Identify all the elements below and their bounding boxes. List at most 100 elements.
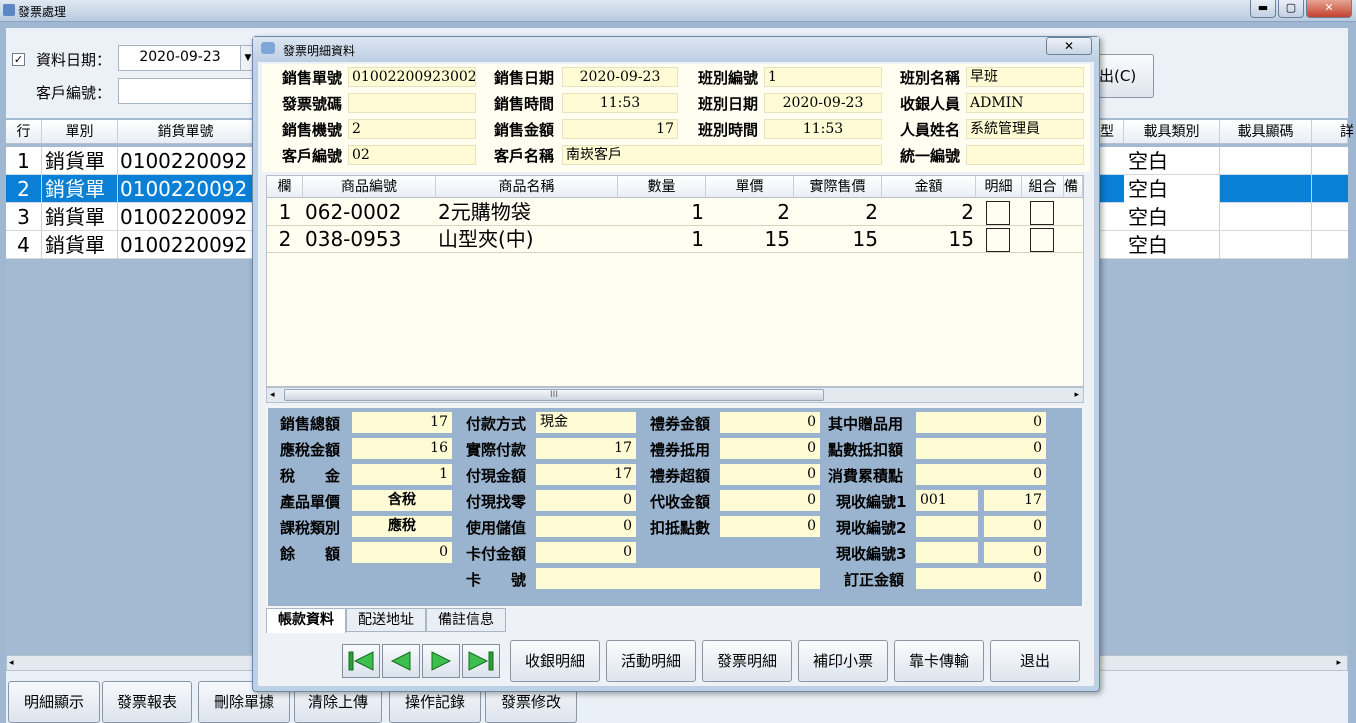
card-pay-field[interactable]: 0 bbox=[536, 542, 636, 563]
row-number: 1 bbox=[6, 147, 42, 175]
item-name: 山型夾(中) bbox=[438, 227, 534, 251]
shift-date-field[interactable]: 2020-09-23 bbox=[764, 93, 882, 113]
invoice-detail-button[interactable]: 發票明細 bbox=[702, 640, 792, 682]
show-detail-button[interactable]: 明細顯示 bbox=[8, 681, 100, 723]
cash-no1-field[interactable]: 001 bbox=[916, 490, 978, 511]
voucher-over-field[interactable]: 0 bbox=[720, 464, 820, 485]
points-deduct-field[interactable]: 0 bbox=[720, 516, 820, 537]
grid-header-type: 單別 bbox=[42, 120, 118, 144]
minimize-button[interactable]: ▬ bbox=[1250, 0, 1276, 18]
unified-no-field[interactable] bbox=[966, 145, 1084, 165]
invoice-report-button[interactable]: 發票報表 bbox=[102, 681, 192, 723]
grid-header-carrier-type-fragment: 型 bbox=[1100, 120, 1124, 144]
voucher-used-field[interactable]: 0 bbox=[720, 438, 820, 459]
detail-header-amount: 金額 bbox=[882, 176, 976, 198]
total-field[interactable]: 17 bbox=[352, 412, 452, 433]
customer-name-label: 客戶名稱 bbox=[494, 147, 555, 165]
detail-header-note: 備註 bbox=[1064, 176, 1083, 198]
activity-detail-button[interactable]: 活動明細 bbox=[606, 640, 696, 682]
dialog-exit-button[interactable]: 退出 bbox=[990, 640, 1080, 682]
detail-header-actual: 實際售價 bbox=[794, 176, 882, 198]
tab-notes[interactable]: 備註信息 bbox=[426, 608, 506, 632]
gift-field[interactable]: 0 bbox=[916, 412, 1046, 433]
detail-scroll-thumb[interactable]: III bbox=[284, 389, 824, 401]
date-filter-checkbox[interactable]: ✓ bbox=[12, 53, 25, 66]
tab-delivery-address[interactable]: 配送地址 bbox=[346, 608, 426, 632]
item-row[interactable]: 1 062-0002 2元購物袋 1 2 2 2 bbox=[267, 199, 1083, 226]
main-close-button[interactable]: ✕ bbox=[1306, 0, 1352, 18]
machine-field[interactable]: 2 bbox=[348, 119, 476, 139]
item-actual-price: 2 bbox=[865, 200, 878, 224]
sale-no-field[interactable]: 01002200923002 bbox=[348, 67, 476, 87]
detail-header-detail: 明細 bbox=[976, 176, 1022, 198]
customer-input[interactable] bbox=[118, 78, 258, 104]
cash-no2-field[interactable] bbox=[916, 516, 978, 537]
accum-points-field[interactable]: 0 bbox=[916, 464, 1046, 485]
card-transfer-button[interactable]: 靠卡傳輸 bbox=[894, 640, 984, 682]
stored-value-field[interactable]: 0 bbox=[536, 516, 636, 537]
item-combo-checkbox[interactable] bbox=[1030, 201, 1054, 225]
taxable-field[interactable]: 16 bbox=[352, 438, 452, 459]
shift-no-field[interactable]: 1 bbox=[764, 67, 882, 87]
scroll-left-icon[interactable]: ◂ bbox=[9, 656, 14, 670]
cash-no3-label: 現收編號3 bbox=[836, 545, 907, 563]
cash-no3-field[interactable] bbox=[916, 542, 978, 563]
cashier-field[interactable]: ADMIN bbox=[966, 93, 1084, 113]
row-carrier: 空白 bbox=[1124, 203, 1220, 231]
tab-account[interactable]: 帳款資料 bbox=[266, 608, 346, 633]
first-record-button[interactable] bbox=[342, 644, 380, 678]
card-no-field[interactable] bbox=[536, 568, 820, 589]
shift-name-field[interactable]: 早班 bbox=[966, 67, 1084, 87]
item-row[interactable]: 2 038-0953 山型夾(中) 1 15 15 15 bbox=[267, 226, 1083, 253]
item-detail-checkbox[interactable] bbox=[986, 228, 1010, 252]
last-record-button[interactable] bbox=[462, 644, 500, 678]
grid-header-carrier-category: 載具類別 bbox=[1124, 120, 1220, 144]
voucher-used-label: 禮券抵用 bbox=[650, 441, 711, 459]
card-pay-label: 卡付金額 bbox=[466, 545, 527, 563]
cash-no2-amount[interactable]: 0 bbox=[984, 516, 1046, 537]
scroll-right-icon[interactable]: ▸ bbox=[1336, 656, 1341, 670]
maximize-button[interactable]: ▢ bbox=[1278, 0, 1304, 18]
shift-time-field[interactable]: 11:53 bbox=[764, 119, 882, 139]
reprint-receipt-button[interactable]: 補印小票 bbox=[798, 640, 888, 682]
scroll-right-icon[interactable]: ▸ bbox=[1074, 388, 1079, 402]
voucher-field[interactable]: 0 bbox=[720, 412, 820, 433]
row-carrier-code bbox=[1220, 147, 1312, 175]
date-label: 資料日期： bbox=[36, 51, 112, 69]
balance-field[interactable]: 0 bbox=[352, 542, 452, 563]
main-exit-button[interactable]: 出(C) bbox=[1092, 54, 1154, 98]
scroll-left-icon[interactable]: ◂ bbox=[270, 388, 275, 402]
actual-pay-field[interactable]: 17 bbox=[536, 438, 636, 459]
tax-field[interactable]: 1 bbox=[352, 464, 452, 485]
cash-pay-field[interactable]: 17 bbox=[536, 464, 636, 485]
sale-time-field[interactable]: 11:53 bbox=[562, 93, 678, 113]
next-record-button[interactable] bbox=[422, 644, 460, 678]
last-icon bbox=[468, 651, 494, 671]
collect-field[interactable]: 0 bbox=[720, 490, 820, 511]
sale-date-field[interactable]: 2020-09-23 bbox=[562, 67, 678, 87]
pay-method-field[interactable]: 現金 bbox=[536, 412, 636, 433]
sale-amount-field[interactable]: 17 bbox=[562, 119, 678, 139]
unit-price-field[interactable]: 含稅 bbox=[352, 490, 452, 511]
row-type: 銷貨單 bbox=[42, 175, 118, 203]
cash-no1-amount[interactable]: 17 bbox=[984, 490, 1046, 511]
item-detail-checkbox[interactable] bbox=[986, 201, 1010, 225]
item-combo-checkbox[interactable] bbox=[1030, 228, 1054, 252]
correction-field[interactable]: 0 bbox=[916, 568, 1046, 589]
date-input[interactable]: 2020-09-23 bbox=[118, 45, 242, 71]
correction-label: 訂正金額 bbox=[844, 571, 905, 589]
tax-type-field[interactable]: 應稅 bbox=[352, 516, 452, 537]
cash-no3-amount[interactable]: 0 bbox=[984, 542, 1046, 563]
change-field[interactable]: 0 bbox=[536, 490, 636, 511]
item-price: 15 bbox=[764, 227, 790, 251]
cashier-detail-button[interactable]: 收銀明細 bbox=[510, 640, 600, 682]
previous-record-button[interactable] bbox=[382, 644, 420, 678]
customer-name-field[interactable]: 南崁客戶 bbox=[562, 145, 882, 165]
staff-name-field[interactable]: 系統管理員 bbox=[966, 119, 1084, 139]
shift-date-label: 班別日期 bbox=[698, 95, 759, 113]
grid-header-detail: 詳 bbox=[1312, 120, 1354, 144]
invoice-no-field[interactable] bbox=[348, 93, 476, 113]
customer-no-field[interactable]: 02 bbox=[348, 145, 476, 165]
dialog-close-button[interactable]: ✕ bbox=[1046, 37, 1092, 55]
points-amount-field[interactable]: 0 bbox=[916, 438, 1046, 459]
